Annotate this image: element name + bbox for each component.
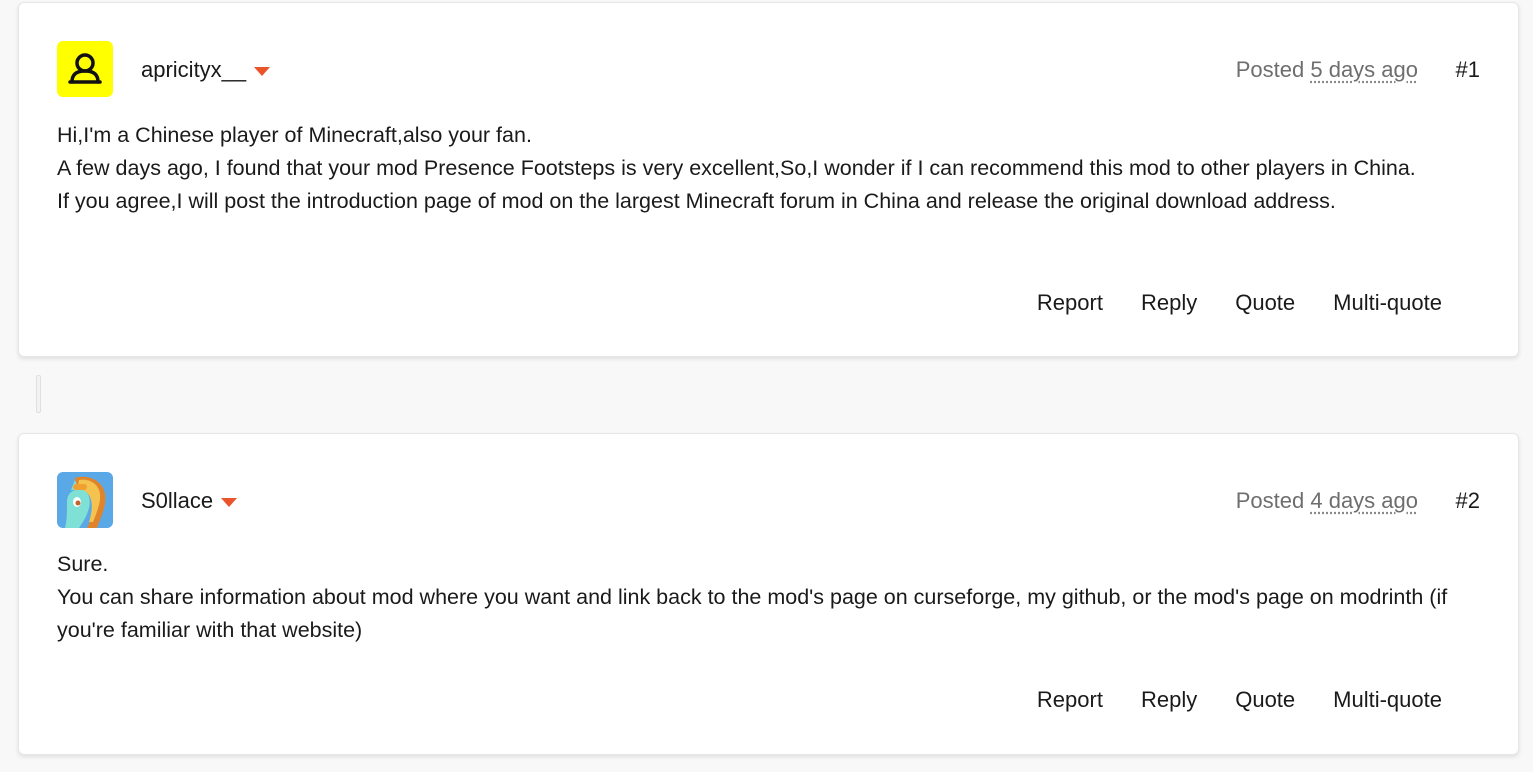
posted-prefix: Posted [1235,488,1305,513]
post-body-line: Hi,I'm a Chinese player of Minecraft,als… [57,123,532,147]
post-actions: Report Reply Quote Multi-quote [1037,687,1442,713]
post-body: Hi,I'm a Chinese player of Minecraft,als… [57,119,1482,218]
post-body-line: A few days ago, I found that your mod Pr… [57,156,1416,180]
report-button[interactable]: Report [1037,687,1103,713]
quote-button[interactable]: Quote [1235,687,1295,713]
reply-button[interactable]: Reply [1141,290,1197,316]
post-body-line: You can share information about mod wher… [57,585,1448,642]
pony-avatar-icon [57,472,113,528]
caret-down-icon[interactable] [221,497,238,507]
comment-post: S0llace Posted 4 days ago #2 Sure. You c… [18,433,1519,755]
post-body-line: If you agree,I will post the introductio… [57,189,1336,213]
multi-quote-button[interactable]: Multi-quote [1333,687,1442,713]
author-name[interactable]: S0llace [141,489,238,513]
author-name[interactable]: apricityx__ [141,58,271,82]
post-timestamp: Posted 4 days ago [1236,489,1418,513]
posted-relative-time: 4 days ago [1310,488,1418,513]
post-number[interactable]: #2 [1456,489,1480,513]
multi-quote-button[interactable]: Multi-quote [1333,290,1442,316]
avatar[interactable] [57,41,113,97]
post-body: Sure. You can share information about mo… [57,548,1482,647]
comment-post: apricityx__ Posted 5 days ago #1 Hi,I'm … [18,2,1519,357]
reply-button[interactable]: Reply [1141,687,1197,713]
posted-prefix: Posted [1235,57,1305,82]
report-button[interactable]: Report [1037,290,1103,316]
author-name-label[interactable]: apricityx__ [141,58,246,82]
quote-button[interactable]: Quote [1235,290,1295,316]
post-body-line: Sure. [57,552,109,576]
post-number[interactable]: #1 [1456,58,1480,82]
author-name-label[interactable]: S0llace [141,489,213,513]
caret-down-icon[interactable] [254,66,271,76]
thread-divider [36,375,41,413]
post-actions: Report Reply Quote Multi-quote [1037,290,1442,316]
user-outline-icon [57,41,113,97]
post-timestamp: Posted 5 days ago [1236,58,1418,82]
posted-relative-time: 5 days ago [1310,57,1418,82]
avatar[interactable] [57,472,113,528]
